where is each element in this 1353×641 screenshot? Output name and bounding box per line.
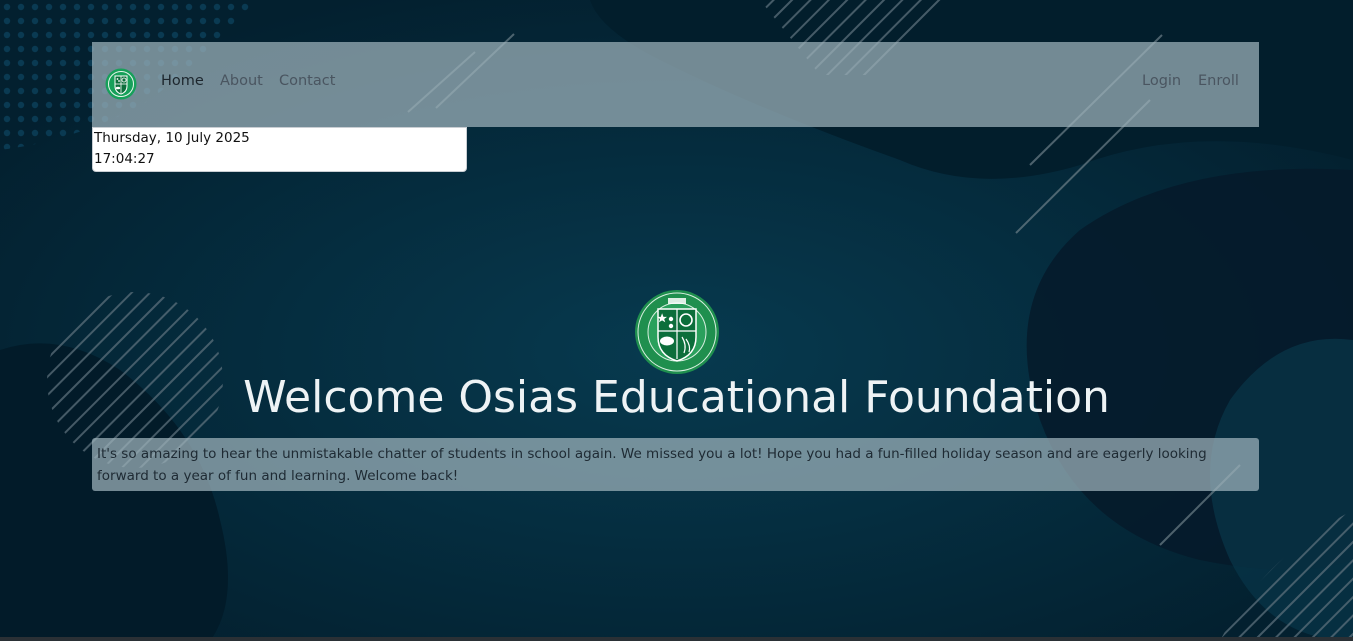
bottom-border [0,637,1353,641]
date-time-widget: Thursday, 10 July 2025 17:04:27 [92,127,467,172]
current-date: Thursday, 10 July 2025 [94,130,250,146]
navbar: Home About Contact Login Enroll [92,42,1259,127]
nav-link-login[interactable]: Login [1142,73,1181,89]
brand-logo-icon[interactable] [105,68,137,100]
current-time: 17:04:27 [94,151,155,167]
page: Home About Contact Login Enroll Thursday… [0,0,1353,641]
welcome-message: It's so amazing to hear the unmistakable… [92,438,1259,491]
nav-link-contact[interactable]: Contact [279,73,335,89]
school-crest-icon [635,290,719,374]
nav-link-enroll[interactable]: Enroll [1198,73,1239,89]
nav-link-home[interactable]: Home [161,73,204,89]
hero-title: Welcome Osias Educational Foundation [243,372,1110,423]
nav-link-about[interactable]: About [220,73,263,89]
